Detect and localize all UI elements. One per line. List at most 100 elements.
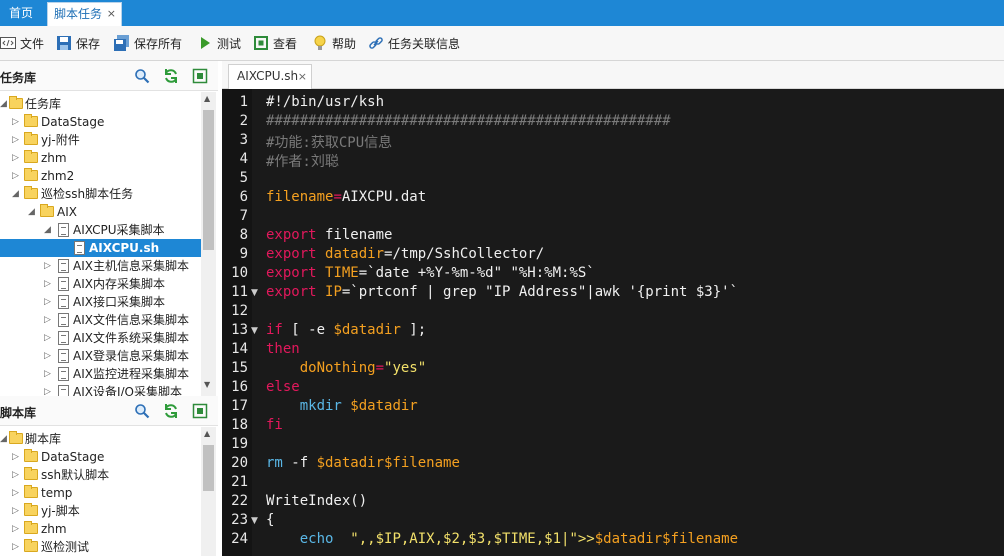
editor-tab-bar: AIXCPU.sh × [222, 61, 1004, 89]
view-label: 查看 [273, 37, 298, 51]
line-number: 13 [231, 322, 248, 338]
tree-node[interactable]: ▷ AIX接口采集脚本 [0, 293, 201, 311]
tree-node-label: AIX [57, 205, 77, 219]
tree-node[interactable]: ▷ temp [0, 484, 201, 502]
code-line: fi [266, 417, 283, 433]
locate-icon[interactable] [192, 403, 208, 419]
locate-icon[interactable] [192, 68, 208, 84]
tree-node[interactable]: ▷ ssh默认脚本 [0, 466, 201, 484]
line-number: 22 [231, 493, 248, 509]
code-line: doNothing="yes" [299, 360, 427, 376]
line-number: 12 [231, 303, 248, 319]
tree-node[interactable]: ▷ zhm [0, 520, 201, 538]
refresh-icon[interactable] [163, 403, 179, 419]
tree-node[interactable]: ▷ zhm [0, 149, 201, 167]
line-number: 23 [231, 512, 248, 528]
tab-script-task[interactable]: 脚本任务 × [47, 2, 122, 26]
tree-node-label: DataStage [41, 115, 105, 129]
help-button[interactable]: 帮助 [312, 35, 356, 53]
code-line: if [ -e $datadir ]; [266, 322, 427, 338]
play-icon [201, 37, 210, 49]
tree-node-label: AIX文件系统采集脚本 [73, 331, 189, 345]
tree-node[interactable]: ▷ yj-脚本 [0, 502, 201, 520]
tree-node-label: AIX文件信息采集脚本 [73, 313, 189, 327]
line-number: 5 [239, 170, 248, 186]
tree-node[interactable]: ▷ 巡检测试 [0, 538, 201, 556]
file-button[interactable]: 文件 [0, 35, 44, 53]
task-tree-scrollbar[interactable]: ▲ ▼ [201, 92, 216, 396]
tree-node[interactable]: ▷ AIX主机信息采集脚本 [0, 257, 201, 275]
editor-tab-close-icon[interactable]: × [298, 65, 307, 88]
test-button[interactable]: 测试 [197, 35, 241, 53]
tree-node[interactable]: ◢ 任务库 [0, 95, 201, 113]
line-number: 9 [239, 246, 248, 262]
tree-node-label: AIX接口采集脚本 [73, 295, 165, 309]
editor-tab-aixcpu[interactable]: AIXCPU.sh × [228, 64, 312, 89]
tree-node[interactable]: ▷ zhm2 [0, 167, 201, 185]
save-icon [57, 36, 71, 50]
task-info-button[interactable]: 任务关联信息 [368, 35, 460, 53]
tree-node[interactable]: ▷ AIX设备I/O采集脚本 [0, 383, 201, 396]
save-all-button[interactable]: 保存所有 [114, 35, 182, 53]
tree-node[interactable]: ▷ AIX内存采集脚本 [0, 275, 201, 293]
tree-node-label: AIXCPU采集脚本 [73, 223, 165, 237]
code-line: then [266, 341, 300, 357]
code-line: filename=AIXCPU.dat [266, 189, 427, 205]
line-number: 3 [239, 132, 248, 148]
view-button[interactable]: 查看 [253, 35, 297, 53]
scroll-down-arrow-icon[interactable]: ▼ [204, 380, 210, 389]
tree-node[interactable]: ◢ 巡检ssh脚本任务 [0, 185, 201, 203]
code-line: else [266, 379, 300, 395]
tree-node[interactable]: ▷ yj-附件 [0, 131, 201, 149]
script-tree-scrollbar[interactable]: ▲ [201, 427, 216, 556]
tree-node-label: 脚本库 [25, 432, 62, 446]
save-button[interactable]: 保存 [56, 35, 100, 53]
code-editor[interactable]: 1 2 3 4 5 6 7 8 9 10 11 12 13 14 15 16 1… [222, 89, 1004, 556]
tree-node[interactable]: ▷ DataStage [0, 113, 201, 131]
tree-node[interactable]: ▷ AIX文件信息采集脚本 [0, 311, 201, 329]
tree-node[interactable]: ◢ AIX [0, 203, 201, 221]
line-number: 14 [231, 341, 248, 357]
line-number: 8 [239, 227, 248, 243]
task-panel-header: 任务库 [0, 61, 218, 91]
task-tree: ◢ 任务库 ▷ DataStage ▷ yj-附件 ▷ zhm ▷ zhm2 ◢ 巡检ssh… [0, 92, 201, 396]
tree-node-label: yj-脚本 [41, 504, 80, 518]
tab-home[interactable]: 首页 [0, 0, 42, 26]
tree-node[interactable]: ◢ 脚本库 [0, 430, 201, 448]
top-tab-bar: 首页 脚本任务 × [0, 0, 1004, 26]
tree-node-label: zhm [41, 151, 67, 165]
fold-arrow-icon[interactable]: ▼ [251, 326, 258, 336]
line-number: 6 [239, 189, 248, 205]
fold-arrow-icon[interactable]: ▼ [251, 288, 258, 298]
line-number: 2 [239, 113, 248, 129]
line-number: 16 [231, 379, 248, 395]
search-icon[interactable] [134, 403, 150, 419]
code-line: #!/bin/usr/ksh [266, 94, 385, 110]
tree-node[interactable]: ▷ DataStage [0, 448, 201, 466]
tree-node-label: AIX主机信息采集脚本 [73, 259, 189, 273]
refresh-icon[interactable] [163, 68, 179, 84]
tree-node[interactable]: ▷ AIX监控进程采集脚本 [0, 365, 201, 383]
search-icon[interactable] [134, 68, 150, 84]
tree-node[interactable]: ▷ AIX登录信息采集脚本 [0, 347, 201, 365]
scroll-up-arrow-icon[interactable]: ▲ [204, 429, 210, 438]
save-all-icon [114, 35, 129, 51]
line-number: 7 [239, 208, 248, 224]
scroll-thumb[interactable] [203, 445, 214, 491]
line-number: 19 [231, 436, 248, 452]
tree-node[interactable]: ▷ AIX文件系统采集脚本 [0, 329, 201, 347]
tree-node-label: AIX内存采集脚本 [73, 277, 165, 291]
scroll-up-arrow-icon[interactable]: ▲ [204, 94, 210, 103]
line-number: 17 [231, 398, 248, 414]
tree-node[interactable]: ◢ AIXCPU采集脚本 [0, 221, 201, 239]
tree-node-selected[interactable]: AIXCPU.sh [0, 239, 201, 257]
tree-node-label: AIX设备I/O采集脚本 [73, 385, 182, 396]
code-line: #功能:获取CPU信息 [266, 135, 393, 151]
tree-node-label: temp [41, 486, 73, 500]
tree-node-label: ssh默认脚本 [41, 468, 110, 482]
tab-close-icon[interactable]: × [107, 3, 116, 25]
tree-node-label: 巡检测试 [41, 540, 90, 554]
fold-arrow-icon[interactable]: ▼ [251, 516, 258, 526]
code-line: mkdir $datadir [299, 398, 418, 414]
scroll-thumb[interactable] [203, 110, 214, 250]
